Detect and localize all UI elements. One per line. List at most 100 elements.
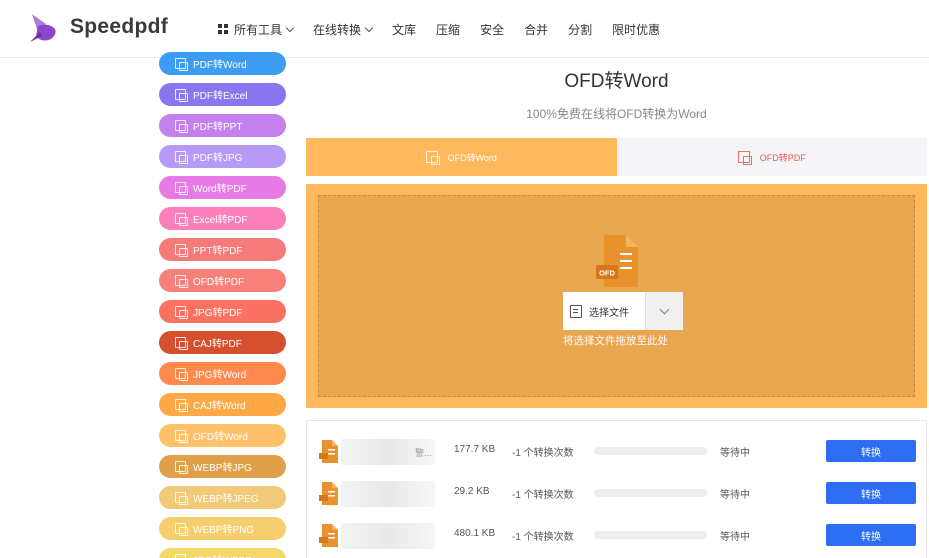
convert-button[interactable]: 转换 — [826, 524, 916, 546]
file-size: 29.2 KB — [454, 486, 490, 497]
convert-icon — [175, 523, 188, 536]
convert-icon — [175, 337, 188, 350]
sidebar-tool-label: PPT转PDF — [193, 246, 243, 257]
convert-icon — [175, 58, 188, 71]
sidebar-tool-button[interactable]: PDF转Excel — [159, 83, 286, 106]
progress-bar — [594, 531, 707, 539]
sidebar-tool-label: Word转PDF — [193, 184, 247, 195]
file-queue: 警... 177.7 KB -1 个转换次数 等待中 转换 29.2 KB -1 个转换次数… — [306, 420, 927, 558]
sidebar-tool-label: JPG转Word — [193, 370, 247, 381]
convert-icon — [175, 213, 188, 226]
sidebar-tool-button[interactable]: WEBP转JPEG — [159, 486, 286, 509]
top-header: Speedpdf 所有工具 在线转换 文库 压缩 安全 合并 分割 限时优惠 — [0, 0, 929, 58]
speedpdf-logo-icon[interactable] — [28, 12, 62, 44]
convert-button[interactable]: 转换 — [826, 482, 916, 504]
sidebar-tool-button[interactable]: OFD转Word — [159, 424, 286, 447]
chevron-down-icon — [285, 23, 295, 32]
file-name-blurred — [341, 481, 435, 507]
brand-name[interactable]: Speedpdf — [70, 15, 168, 39]
convert-icon — [175, 182, 188, 195]
sidebar-tool-button[interactable]: PDF转PPT — [159, 114, 286, 137]
drop-hint: 将选择文件拖放至此处 — [563, 335, 668, 347]
sidebar-tool-label: JPG转PDF — [193, 308, 243, 319]
nav-item[interactable]: 在线转换 — [313, 21, 374, 38]
conversion-count: -1 个转换次数 — [512, 532, 574, 543]
nav-item[interactable]: 合并 — [524, 21, 548, 38]
tab-label: OFD转PDF — [759, 152, 806, 163]
nav-item[interactable]: 限时优惠 — [612, 21, 660, 38]
ofd-badge-label: OFD — [599, 269, 615, 278]
page-title: OFD转Word — [564, 71, 669, 92]
file-doc-icon — [319, 482, 338, 505]
choose-file-control: 选择文件 — [563, 292, 683, 330]
choose-file-button[interactable]: 选择文件 — [563, 292, 645, 330]
sidebar-tool-label: WEBP转JPEG — [193, 494, 259, 505]
sidebar-tool-button[interactable]: CAJ转PDF — [159, 331, 286, 354]
file-row: 480.1 KB -1 个转换次数 等待中 转换 — [307, 515, 928, 557]
file-row: 警... 177.7 KB -1 个转换次数 等待中 转换 — [307, 431, 928, 473]
convert-icon — [175, 244, 188, 257]
sidebar-tool-label: CAJ转PDF — [193, 339, 242, 350]
nav-item[interactable]: 安全 — [480, 21, 504, 38]
file-doc-icon — [319, 440, 338, 463]
file-name-tail: 警... — [415, 448, 432, 458]
nav-item[interactable]: 压缩 — [436, 21, 460, 38]
nav-item-label: 分割 — [568, 22, 593, 37]
grid-icon — [218, 24, 228, 34]
sidebar-tool-label: CAJ转Word — [193, 401, 246, 412]
convert-icon — [175, 120, 188, 133]
sidebar-tool-label: PDF转JPG — [193, 153, 243, 164]
convert-icon — [425, 151, 440, 165]
chevron-down-icon — [364, 23, 374, 32]
tab-label: OFD转Word — [447, 152, 497, 163]
convert-icon — [175, 89, 188, 102]
file-row: 29.2 KB -1 个转换次数 等待中 转换 — [307, 473, 928, 515]
file-status: 等待中 — [720, 490, 750, 501]
sidebar-tool-button[interactable]: Excel转PDF — [159, 207, 286, 230]
nav-item-label: 文库 — [392, 22, 417, 37]
sidebar-tool-button[interactable]: WEBP转JPG — [159, 455, 286, 478]
convert-icon — [175, 368, 188, 381]
file-name-blurred — [341, 523, 435, 549]
file-status: 等待中 — [720, 448, 750, 459]
sidebar-tool-button[interactable]: CAJ转Word — [159, 393, 286, 416]
sidebar-tool-label: PDF转Excel — [193, 91, 248, 102]
convert-button[interactable]: 转换 — [826, 440, 916, 462]
sidebar-tool-button[interactable]: JPG转WEBP — [159, 548, 286, 558]
convert-icon — [737, 151, 752, 165]
sidebar-tool-button[interactable]: WEBP转PNG — [159, 517, 286, 540]
sidebar-tool-label: WEBP转JPG — [193, 463, 252, 474]
progress-bar — [594, 489, 707, 497]
conversion-count: -1 个转换次数 — [512, 448, 574, 459]
nav-item-label: 合并 — [524, 22, 549, 37]
choose-file-label: 选择文件 — [589, 307, 629, 319]
sidebar-tool-button[interactable]: PDF转JPG — [159, 145, 286, 168]
convert-icon — [175, 275, 188, 288]
sidebar-tool-button[interactable]: PPT转PDF — [159, 238, 286, 261]
file-size: 480.1 KB — [454, 528, 496, 539]
sidebar-tool-button[interactable]: PDF转Word — [159, 52, 286, 75]
sidebar-tool-button[interactable]: Word转PDF — [159, 176, 286, 199]
choose-source-dropdown[interactable] — [645, 292, 683, 330]
convert-icon — [175, 554, 186, 558]
sidebar-tool-button[interactable]: JPG转PDF — [159, 300, 286, 323]
file-size: 177.7 KB — [454, 444, 496, 455]
tab-ofd-to-word[interactable]: OFD转Word — [306, 138, 617, 176]
file-status: 等待中 — [720, 532, 750, 543]
ofd-file-icon: OFD — [596, 235, 638, 287]
convert-icon — [175, 306, 188, 319]
nav-item[interactable]: 所有工具 — [218, 21, 295, 38]
main-nav: 所有工具 在线转换 文库 压缩 安全 合并 分割 限时优惠 — [218, 0, 680, 58]
convert-icon — [175, 151, 188, 164]
convert-icon — [175, 430, 188, 443]
tab-ofd-to-pdf[interactable]: OFD转PDF — [616, 138, 927, 176]
sidebar-tool-button[interactable]: JPG转Word — [159, 362, 286, 385]
nav-item[interactable]: 文库 — [392, 21, 416, 38]
nav-item-label: 压缩 — [436, 22, 461, 37]
tool-sidebar: PDF转Word PDF转Excel PDF转PPT PDF转JPG Word转PDF E… — [159, 52, 286, 558]
page-subtitle: 100%免费在线将OFD转换为Word — [526, 107, 707, 121]
conversion-count: -1 个转换次数 — [512, 490, 574, 501]
nav-item[interactable]: 分割 — [568, 21, 592, 38]
sidebar-tool-button[interactable]: OFD转PDF — [159, 269, 286, 292]
file-icon — [570, 304, 582, 318]
